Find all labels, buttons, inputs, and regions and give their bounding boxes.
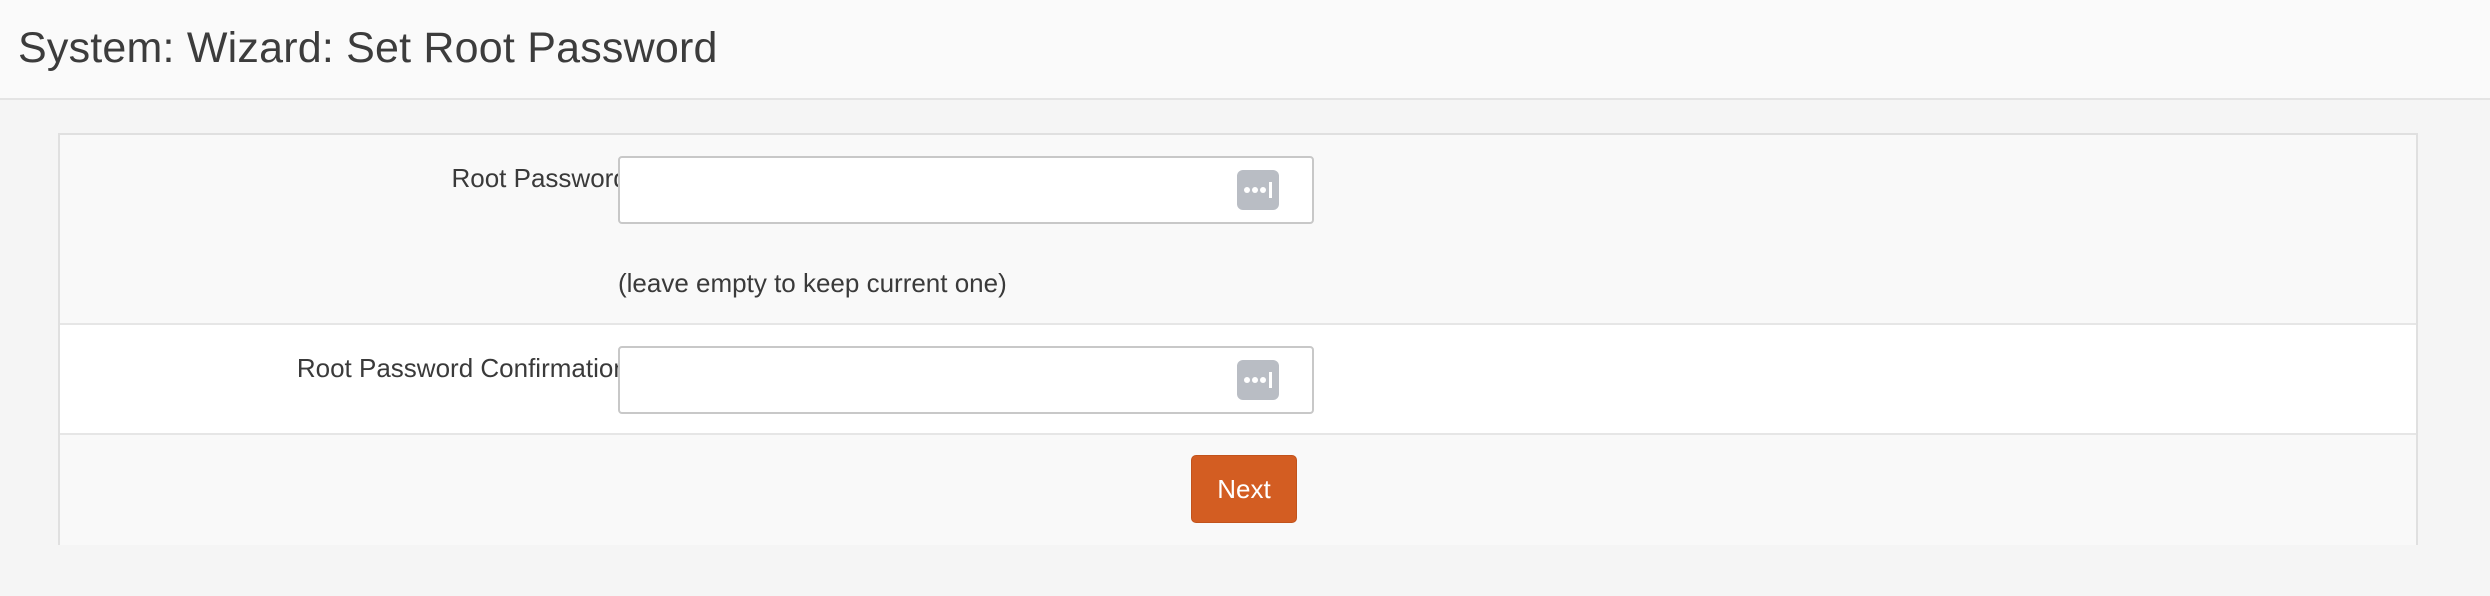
root-password-row: Root Password: (leave empty to keep curr… — [60, 135, 2416, 325]
wizard-form-panel: Root Password: (leave empty to keep curr… — [58, 133, 2418, 545]
root-password-help-text: (leave empty to keep current one) — [618, 268, 1007, 298]
password-manager-key-icon[interactable] — [1237, 170, 1279, 210]
root-password-input[interactable] — [618, 156, 1314, 224]
page-header: System: Wizard: Set Root Password — [0, 0, 2490, 100]
root-password-confirmation-input[interactable] — [618, 346, 1314, 414]
form-actions-row: Next — [60, 435, 2416, 545]
password-manager-key-icon[interactable] — [1237, 360, 1279, 400]
root-password-label: Root Password: — [451, 163, 635, 193]
next-button[interactable]: Next — [1191, 455, 1297, 523]
root-password-confirmation-row: Root Password Confirmation: — [60, 325, 2416, 435]
page-title: System: Wizard: Set Root Password — [18, 24, 718, 72]
root-password-confirmation-label: Root Password Confirmation: — [296, 353, 635, 383]
